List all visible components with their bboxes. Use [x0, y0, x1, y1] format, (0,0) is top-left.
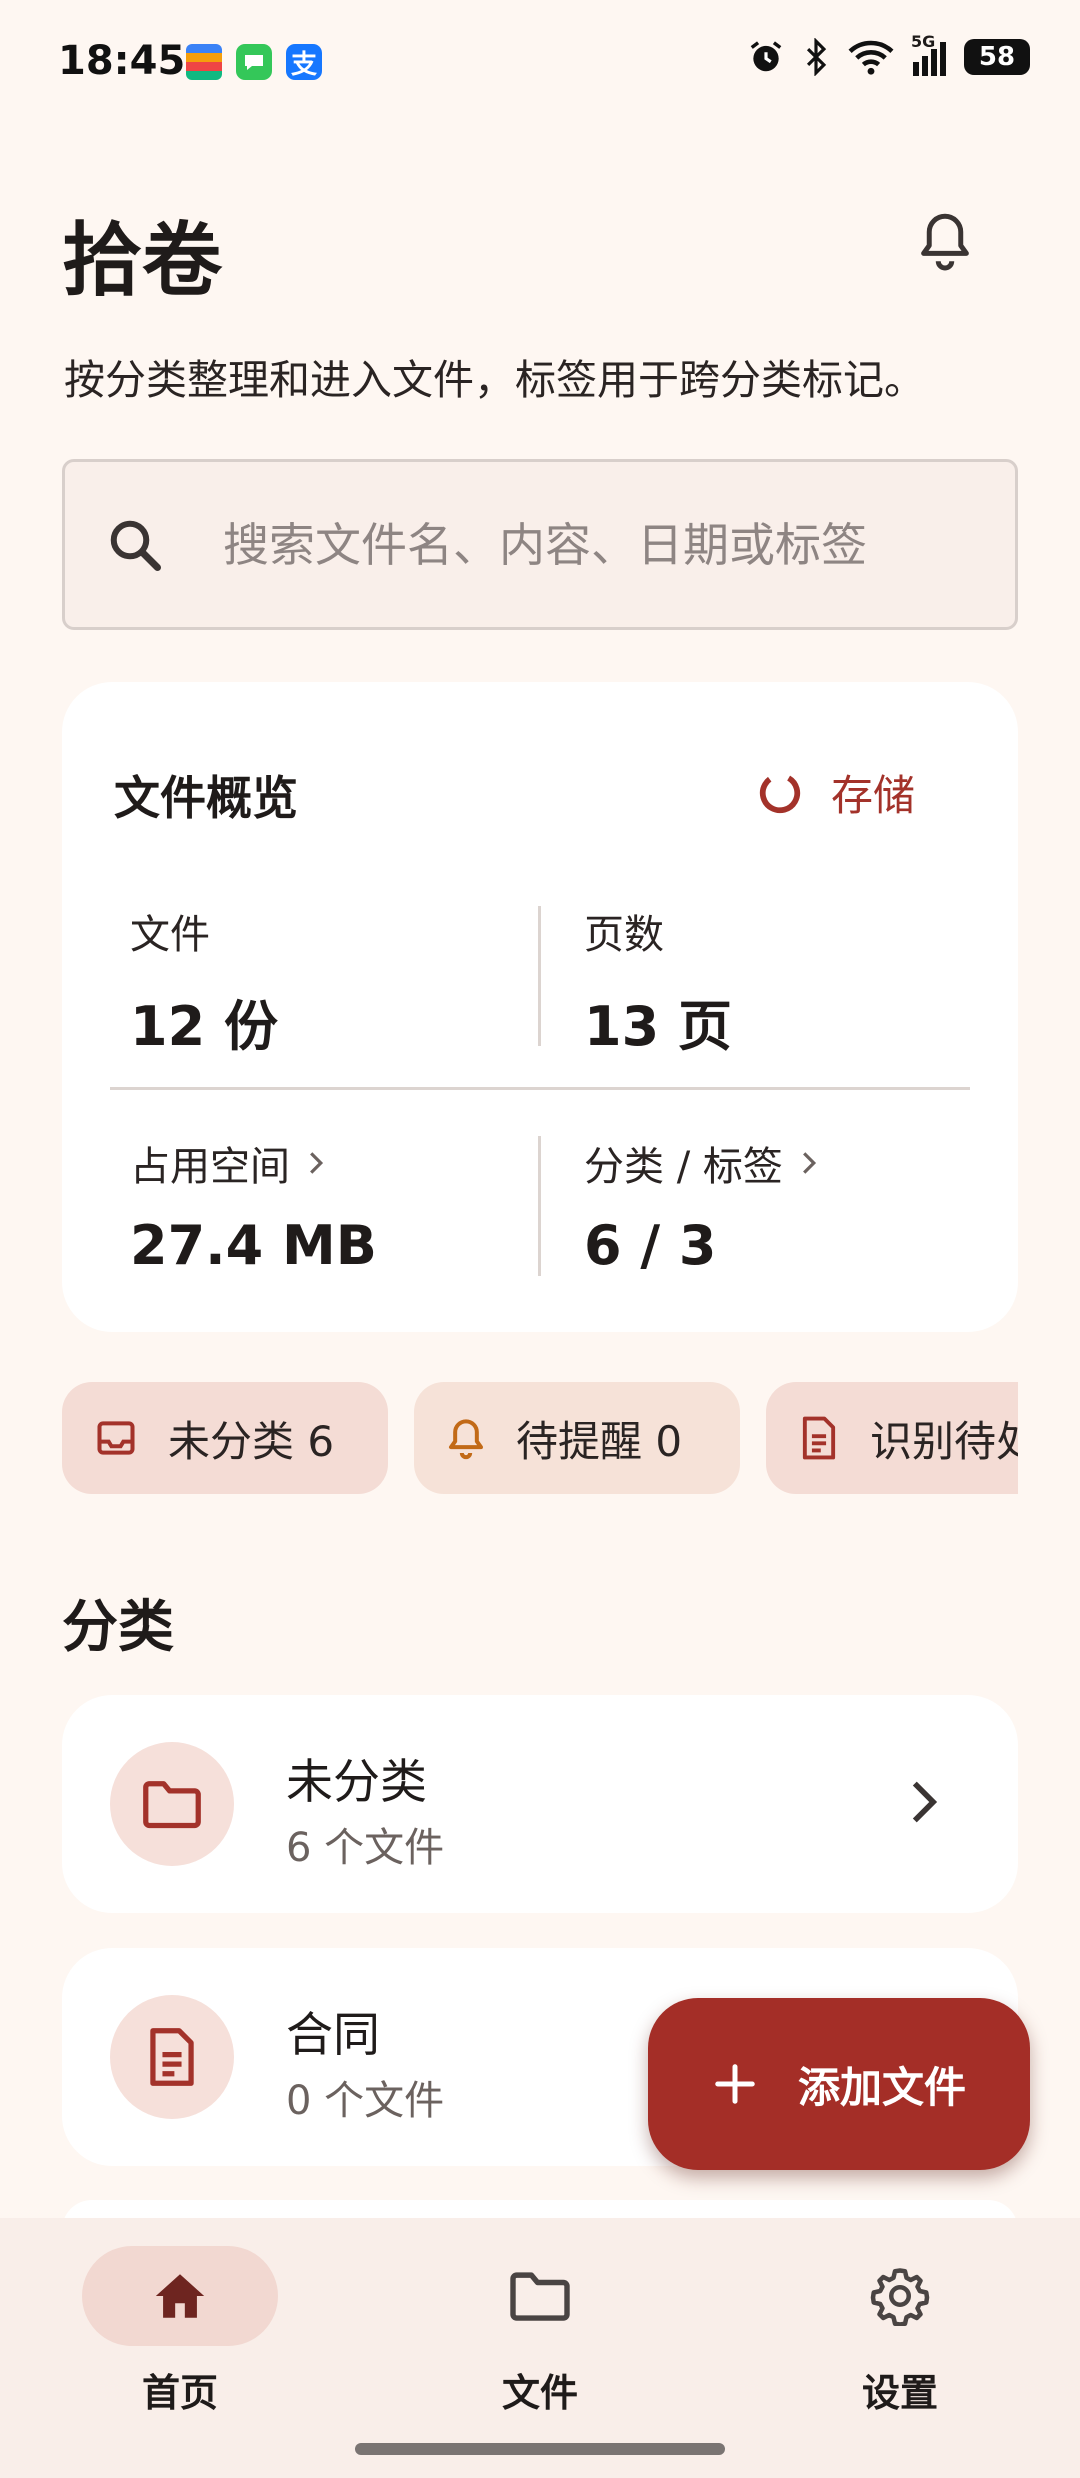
divider [110, 1087, 970, 1090]
wifi-icon [848, 40, 894, 75]
stat-label: 文件 [130, 912, 210, 958]
nav-item-files[interactable]: 文件 [440, 2246, 640, 2417]
stat-label: 页数 [584, 912, 664, 958]
category-name: 未分类 [286, 1755, 427, 1810]
chevron-right-icon [802, 1152, 816, 1174]
bottom-navigation: 首页 文件 设置 [0, 2218, 1080, 2478]
stat-value: 13 页 [584, 995, 732, 1058]
stat-value: 12 份 [130, 995, 278, 1058]
stat-label: 占用空间 [130, 1144, 290, 1190]
chip-uncategorized[interactable]: 未分类 6 [62, 1382, 388, 1494]
category-count: 0 个文件 [286, 2078, 445, 2124]
status-time: 18:45 [58, 38, 186, 84]
chip-ocr-pending[interactable]: 识别待处理 [766, 1382, 1018, 1494]
wallet-app-icon [186, 44, 222, 80]
stat-value: 6 / 3 [584, 1214, 717, 1277]
stat-files: 文件 12 份 [130, 902, 278, 1061]
alarm-icon [750, 41, 782, 72]
overview-title: 文件概览 [114, 771, 298, 825]
divider [538, 906, 541, 1046]
storage-ring-icon [759, 772, 801, 813]
home-icon [155, 2274, 205, 2318]
nav-item-settings[interactable]: 设置 [800, 2246, 1000, 2417]
search-icon [110, 520, 161, 571]
network-type: 5G [911, 32, 936, 51]
battery-icon: 58 [964, 39, 1030, 75]
alipay-app-icon: 支 [286, 44, 322, 80]
chip-reminders[interactable]: 待提醒 0 [414, 1382, 740, 1494]
folder-icon [510, 2272, 570, 2321]
inbox-icon [97, 1421, 135, 1455]
gear-icon [870, 2268, 930, 2326]
document-icon [802, 1416, 836, 1460]
category-count: 6 个文件 [286, 1825, 445, 1871]
add-file-button[interactable]: 添加文件 [648, 1998, 1030, 2170]
battery-level: 58 [978, 42, 1016, 72]
status-bar: 18:45 支 5G 58 [0, 0, 1080, 125]
stat-storage-used[interactable]: 占用空间 27.4 MB [130, 1134, 377, 1277]
categories-title: 分类 [62, 1595, 174, 1660]
chevron-right-icon [912, 1781, 938, 1823]
chip-label: 识别待处理 [870, 1416, 1018, 1466]
bluetooth-icon [806, 38, 827, 76]
plus-icon [715, 2064, 755, 2104]
file-overview-card: 文件概览 存储 文件 12 份 页数 13 页 占用空间 27.4 MB 分类 … [62, 682, 1018, 1332]
quick-filter-chips: 未分类 6 待提醒 0 识别待处理 [62, 1382, 1018, 1494]
bell-icon [449, 1419, 483, 1460]
add-file-label: 添加文件 [797, 2062, 966, 2112]
home-indicator [355, 2443, 725, 2455]
chevron-right-icon [310, 1152, 324, 1174]
messages-app-icon [236, 44, 272, 80]
category-item-uncategorized[interactable]: 未分类 6 个文件 [62, 1695, 1018, 1913]
search-box[interactable] [62, 459, 1018, 630]
nav-item-home[interactable]: 首页 [80, 2246, 280, 2417]
nav-label: 文件 [501, 2371, 578, 2415]
storage-label: 存储 [831, 771, 916, 820]
divider [538, 1136, 541, 1276]
nav-label: 首页 [141, 2371, 218, 2415]
stat-categories-tags[interactable]: 分类 / 标签 6 / 3 [584, 1134, 817, 1277]
storage-button[interactable]: 存储 [757, 762, 915, 823]
page-subtitle: 按分类整理和进入文件，标签用于跨分类标记。 [64, 356, 925, 404]
chip-label: 未分类 6 [168, 1416, 335, 1466]
bell-icon [921, 213, 969, 271]
status-icons: 5G 58 [747, 32, 1030, 76]
chip-label: 待提醒 0 [516, 1416, 683, 1466]
nav-label: 设置 [861, 2371, 938, 2415]
notifications-button[interactable] [910, 206, 980, 276]
app-title: 拾卷 [62, 213, 222, 307]
signal-icon: 5G [911, 32, 946, 76]
stat-label: 分类 / 标签 [584, 1144, 783, 1190]
search-input[interactable] [223, 517, 983, 572]
stat-value: 27.4 MB [130, 1214, 377, 1277]
document-icon [150, 2028, 194, 2086]
category-name: 合同 [286, 2008, 380, 2063]
stat-pages: 页数 13 页 [584, 902, 732, 1061]
folder-icon [143, 1781, 201, 1829]
